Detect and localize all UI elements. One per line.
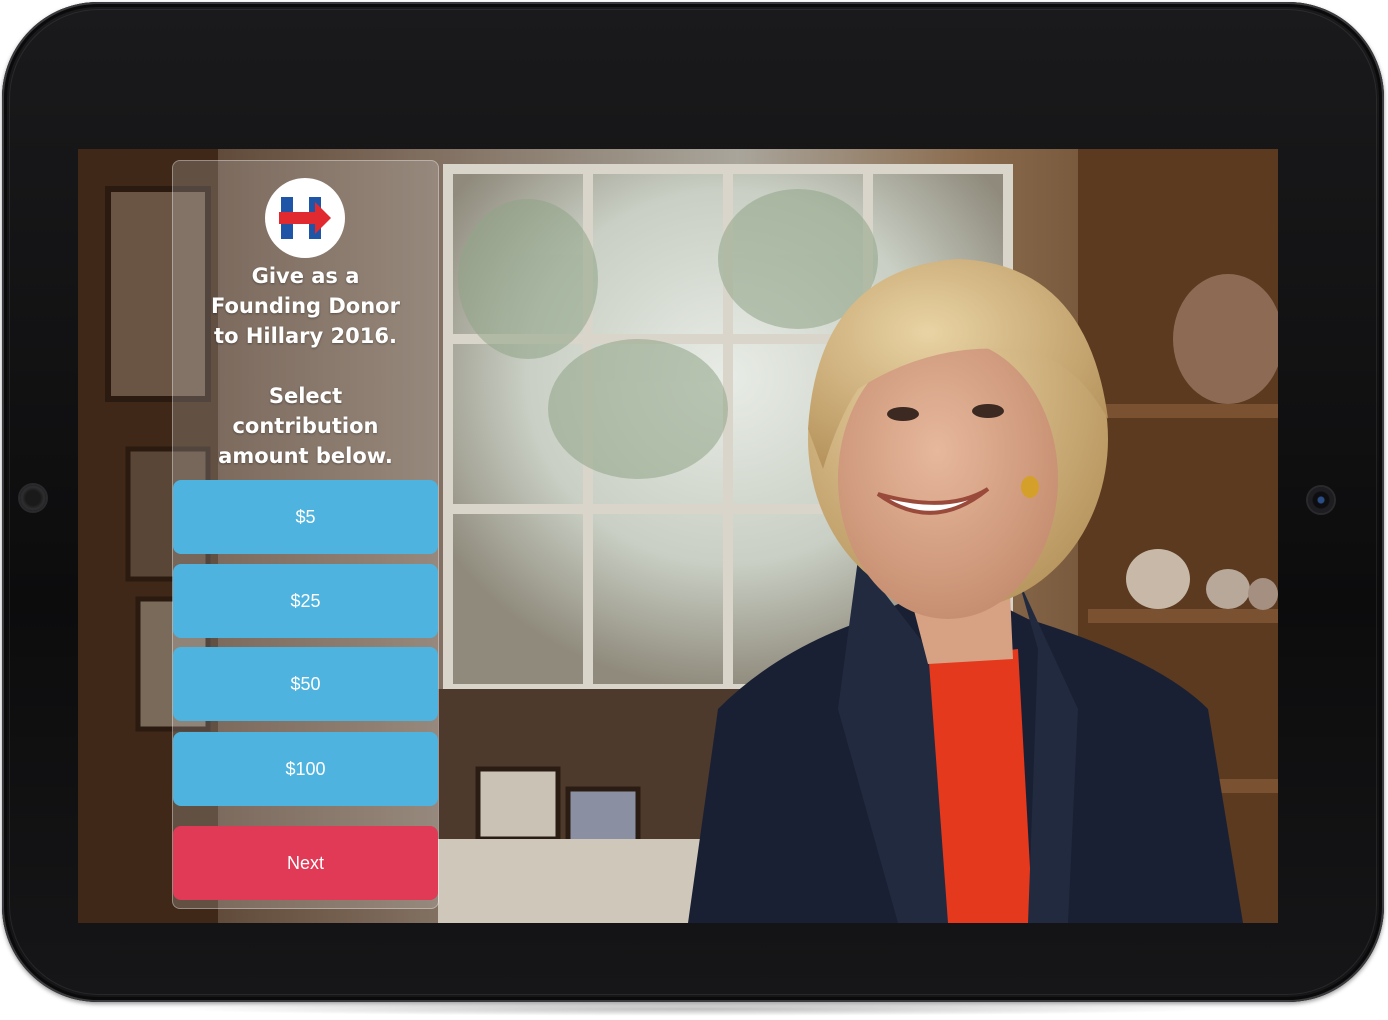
camera-icon: [1308, 487, 1334, 513]
hillary-logo-icon: [265, 178, 345, 258]
amount-100-button[interactable]: $100: [173, 732, 438, 806]
home-button[interactable]: [20, 485, 46, 511]
amount-25-button[interactable]: $25: [173, 564, 438, 638]
heading-line: to Hillary 2016.: [214, 324, 397, 348]
amount-5-button[interactable]: $5: [173, 480, 438, 554]
h-arrow-icon: [279, 197, 331, 239]
donation-heading: Give as a Founding Donor to Hillary 2016…: [173, 261, 438, 471]
heading-line: Founding Donor: [211, 294, 400, 318]
subheading-line: Select: [268, 384, 343, 408]
tablet-shadow: [170, 1002, 1220, 1016]
heading-line: Give as a: [251, 264, 360, 288]
amount-50-button[interactable]: $50: [173, 647, 438, 721]
subheading-line: amount below.: [218, 444, 393, 468]
next-button[interactable]: Next: [173, 826, 438, 900]
screen: Give as a Founding Donor to Hillary 2016…: [78, 149, 1278, 923]
heading-spacer: [173, 351, 438, 381]
donation-panel: Give as a Founding Donor to Hillary 2016…: [172, 160, 439, 909]
subheading-line: contribution: [232, 414, 379, 438]
